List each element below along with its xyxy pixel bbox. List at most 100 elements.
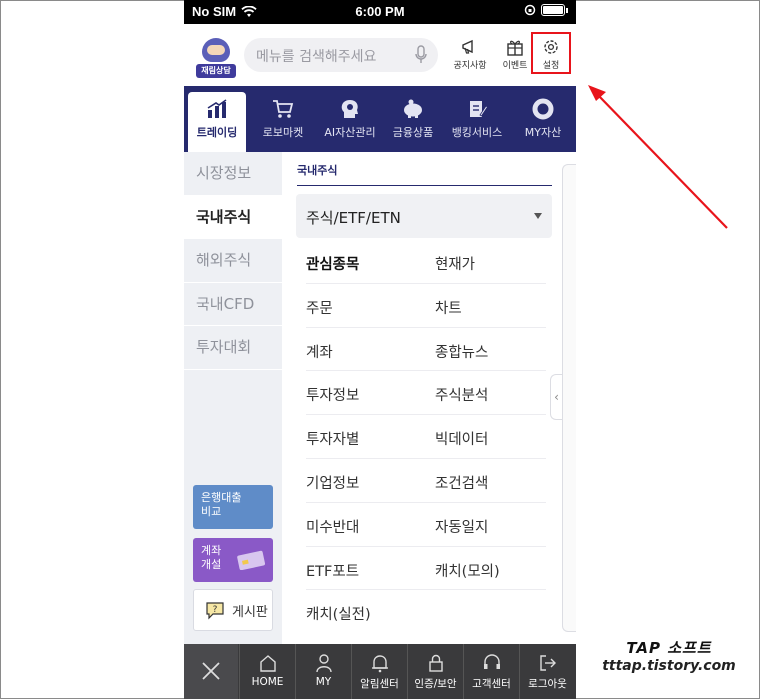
menu-grid: 관심종목 현재가 주문 차트 계좌 종합뉴스 투자정보 주식분석 투자자별 빅데…: [306, 240, 546, 634]
menu-item-company-info[interactable]: 기업정보: [306, 472, 359, 493]
menu-item-stock-analysis[interactable]: 주식분석: [435, 384, 488, 405]
document-pen-icon: [470, 101, 489, 117]
tab-my-assets[interactable]: MY자산: [514, 86, 572, 152]
nav-logout-label: 로그아웃: [528, 678, 567, 690]
sidebar-item-overseas-stock[interactable]: 해외주식: [184, 239, 282, 283]
bar-chart-icon: [207, 99, 227, 118]
chevron-left-icon: ‹: [554, 390, 559, 404]
tab-robomarket[interactable]: 로보마켓: [252, 86, 314, 152]
nav-notifications[interactable]: 알림센터: [351, 644, 407, 699]
side-drawer: [562, 164, 576, 632]
top-category-nav: 트레이딩 로보마켓 AI자산관리 금융상품 뱅킹서비스 MY자산: [184, 86, 576, 152]
menu-item-chart[interactable]: 차트: [435, 297, 462, 318]
nav-logout[interactable]: 로그아웃: [519, 644, 575, 699]
account-open-banner[interactable]: 계좌 개설: [193, 538, 273, 582]
sidebar-item-market-info[interactable]: 시장정보: [184, 152, 282, 196]
nav-home-label: HOME: [251, 676, 284, 688]
menu-item-account[interactable]: 계좌: [306, 341, 333, 362]
nav-security[interactable]: 인증/보안: [407, 644, 463, 699]
nav-support-label: 고객센터: [472, 678, 511, 690]
headset-icon: [483, 654, 500, 669]
bottom-nav: HOME MY 알림센터 인증/보안 고객센터 로그아웃: [184, 644, 576, 699]
nav-my-label: MY: [315, 676, 332, 688]
status-right-group: [524, 4, 568, 16]
nav-home[interactable]: HOME: [239, 644, 295, 699]
tab-ai-asset-label: AI자산관리: [324, 126, 376, 139]
ai-head-icon: [341, 100, 358, 118]
close-icon: [202, 662, 220, 680]
tab-ai-asset[interactable]: AI자산관리: [316, 86, 384, 152]
board-button[interactable]: ? 게시판: [193, 589, 273, 631]
settings-button[interactable]: 설정: [531, 32, 571, 74]
close-menu-button[interactable]: [184, 644, 238, 699]
mascot-logo[interactable]: 재림상담: [196, 34, 236, 78]
bell-icon: [371, 655, 388, 673]
menu-item-auto-journal[interactable]: 자동일지: [435, 516, 488, 537]
gift-icon: [507, 40, 523, 56]
menu-row: 기업정보 조건검색: [306, 459, 546, 503]
battery-tip: [566, 7, 568, 13]
menu-item-investment-info[interactable]: 투자정보: [306, 384, 359, 405]
menu-item-unpaid-reverse[interactable]: 미수반대: [306, 516, 359, 537]
menu-row: 주문 차트: [306, 284, 546, 328]
menu-item-catch-mock[interactable]: 캐치(모의): [435, 560, 500, 581]
gear-icon: [544, 40, 558, 54]
status-bar: No SIM 6:00 PM: [184, 0, 576, 24]
category-select-value: 주식/ETF/ETN: [306, 209, 401, 227]
tab-financial-products-label: 금융상품: [392, 126, 434, 139]
menu-item-etf-port[interactable]: ETF포트: [306, 560, 359, 581]
tab-financial-products[interactable]: 금융상품: [384, 86, 442, 152]
sidebar-item-domestic-cfd[interactable]: 국내CFD: [184, 283, 282, 326]
tab-trading[interactable]: 트레이딩: [188, 92, 246, 152]
notice-label: 공지사항: [453, 61, 487, 71]
menu-item-by-investor[interactable]: 투자자별: [306, 428, 359, 449]
drawer-handle[interactable]: ‹: [550, 374, 562, 420]
person-icon: [315, 654, 332, 673]
cart-icon: [273, 100, 294, 118]
tab-banking-label: 뱅킹서비스: [451, 126, 503, 139]
menu-row: 투자자별 빅데이터: [306, 415, 546, 459]
tab-trading-label: 트레이딩: [196, 126, 238, 139]
loan-compare-label: 은행대출 비교: [201, 491, 242, 518]
orientation-lock-icon: [524, 4, 536, 16]
category-select[interactable]: 주식/ETF/ETN: [296, 194, 552, 238]
menu-row: 캐치(실전): [306, 590, 546, 634]
nav-notifications-label: 알림센터: [360, 678, 399, 690]
sidebar-item-contest[interactable]: 투자대회: [184, 326, 282, 370]
menu-item-watchlist[interactable]: 관심종목: [306, 253, 359, 274]
phone-screen: No SIM 6:00 PM 재림상담 메뉴를 검색해주세요 공지사항 이벤트 …: [184, 0, 576, 699]
search-placeholder: 메뉴를 검색해주세요: [256, 49, 377, 65]
app-header: 재림상담 메뉴를 검색해주세요 공지사항 이벤트 설정: [184, 24, 576, 86]
menu-row: 미수반대 자동일지: [306, 503, 546, 547]
microphone-icon[interactable]: [414, 45, 428, 65]
menu-item-current-price[interactable]: 현재가: [435, 253, 475, 274]
lock-icon: [428, 654, 443, 672]
piggy-bank-icon: [404, 99, 422, 118]
speech-bubble-question-icon: ?: [206, 602, 224, 620]
watermark-url: tttap.tistory.com: [602, 658, 736, 674]
menu-item-catch-real[interactable]: 캐치(실전): [306, 603, 371, 624]
svg-text:?: ?: [213, 605, 218, 615]
loan-compare-banner[interactable]: 은행대출 비교: [193, 485, 273, 529]
card-icon: [237, 550, 266, 570]
nav-security-label: 인증/보안: [414, 678, 457, 690]
notice-button[interactable]: 공지사항: [448, 34, 492, 80]
menu-row: ETF포트 캐치(모의): [306, 547, 546, 591]
nav-my[interactable]: MY: [295, 644, 351, 699]
nav-support[interactable]: 고객센터: [463, 644, 519, 699]
mascot-face-icon: [202, 38, 230, 62]
menu-item-news[interactable]: 종합뉴스: [435, 341, 488, 362]
search-input[interactable]: 메뉴를 검색해주세요: [244, 38, 438, 72]
menu-item-order[interactable]: 주문: [306, 297, 333, 318]
menu-item-condition-search[interactable]: 조건검색: [435, 472, 488, 493]
menu-item-big-data[interactable]: 빅데이터: [435, 428, 488, 449]
donut-chart-icon: [532, 98, 554, 120]
menu-row: 계좌 종합뉴스: [306, 328, 546, 372]
tab-banking[interactable]: 뱅킹서비스: [446, 86, 508, 152]
battery-icon: [541, 4, 565, 16]
logout-icon: [539, 655, 556, 671]
sidebar-item-domestic-stock[interactable]: 국내주식: [184, 195, 282, 239]
home-icon: [259, 655, 276, 672]
annotation-arrow: [588, 85, 728, 229]
chevron-down-icon: [534, 213, 542, 219]
